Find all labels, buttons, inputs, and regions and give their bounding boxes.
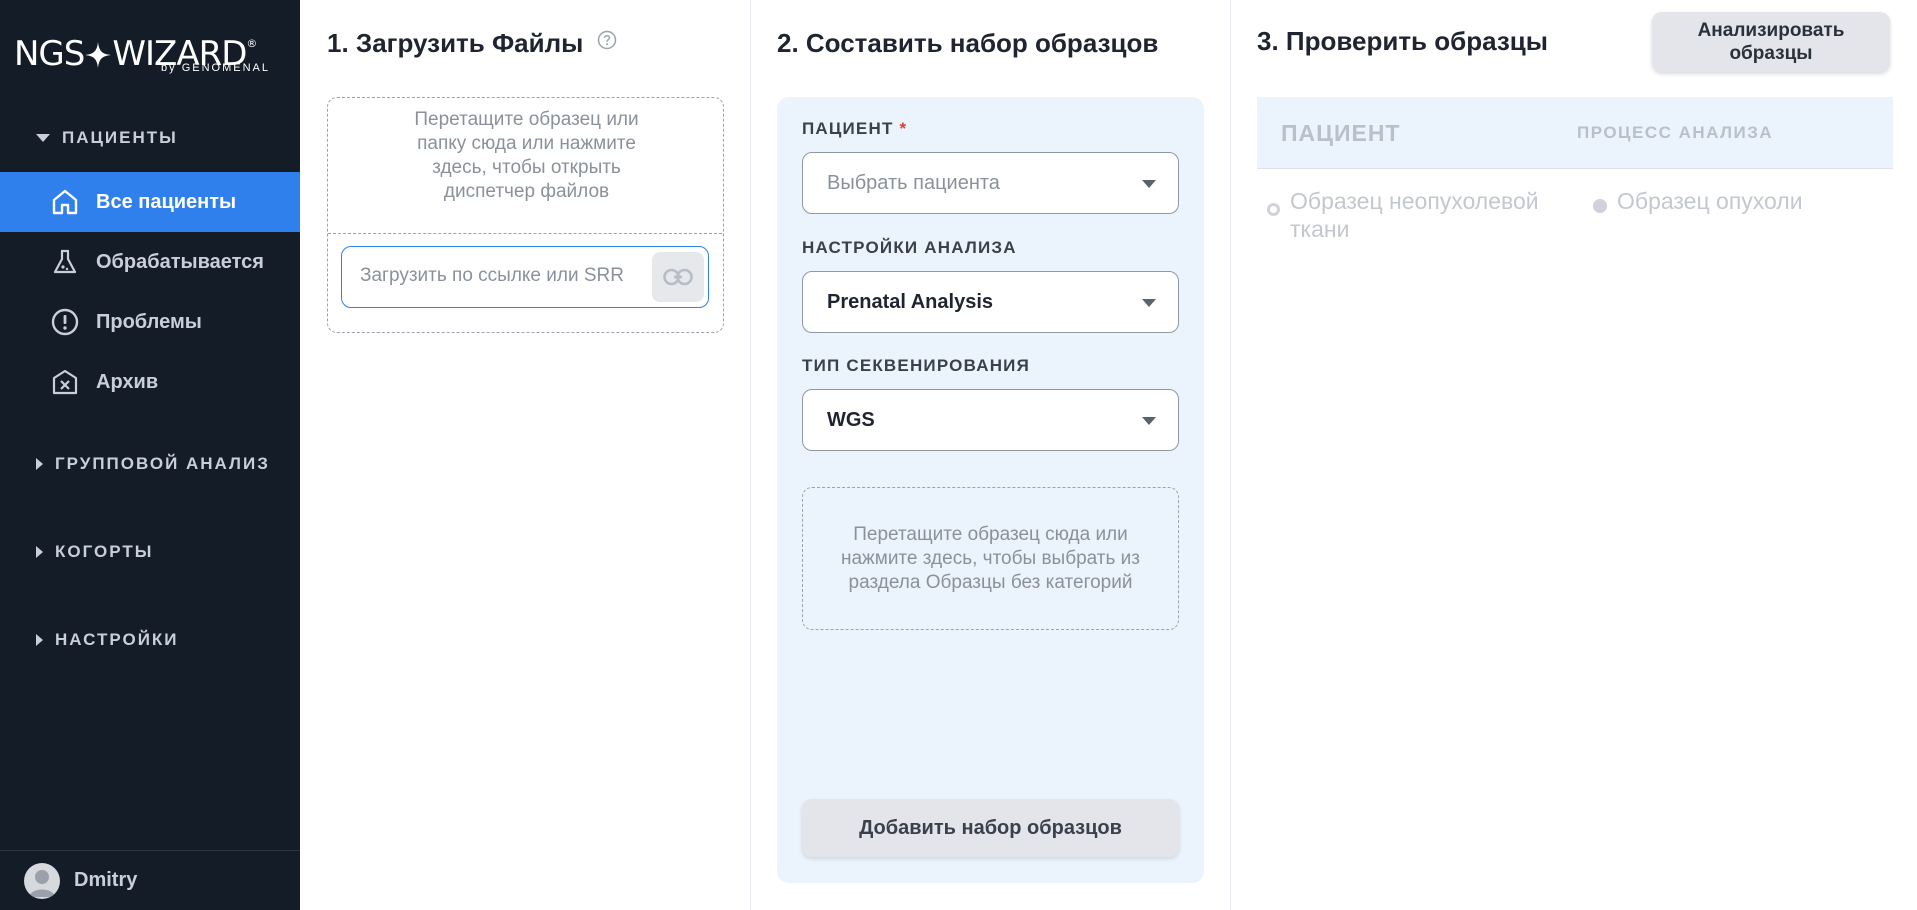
add-sample-set-button[interactable]: Добавить набор образцов [802, 799, 1179, 857]
compose-set-column: 2. Составить набор образцов ПАЦИЕНТ * Вы… [751, 0, 1231, 910]
dropdown-caret-icon [1142, 299, 1156, 307]
analysis-settings-select[interactable]: Prenatal Analysis [802, 271, 1179, 333]
sequencing-type-label: ТИП СЕКВЕНИРОВАНИЯ [802, 356, 1031, 375]
compose-title: 2. Составить набор образцов [777, 28, 1159, 58]
section-group-analysis[interactable]: ГРУППОВОЙ АНАЛИЗ [36, 454, 270, 474]
sample-set-form: ПАЦИЕНТ * Выбрать пациента НАСТРОЙКИ АНА… [777, 97, 1204, 883]
radio-filled-icon [1593, 199, 1607, 213]
tumor-sample-option[interactable]: Образец опухоли [1593, 187, 1893, 215]
chevron-down-icon [36, 134, 50, 142]
section-cohorts[interactable]: КОГОРТЫ [36, 542, 153, 562]
section-settings[interactable]: НАСТРОЙКИ [36, 630, 179, 650]
dropzone-divider [328, 233, 722, 234]
review-title: 3. Проверить образцы [1257, 26, 1548, 56]
sidebar-item-problems[interactable]: Проблемы [0, 292, 300, 352]
chevron-right-icon [36, 634, 43, 646]
avatar [24, 862, 60, 899]
patient-select[interactable]: Выбрать пациента [802, 152, 1179, 214]
link-button[interactable] [652, 252, 704, 302]
alert-icon [50, 307, 80, 337]
dropdown-caret-icon [1142, 180, 1156, 188]
sample-dropzone[interactable]: Перетащите образец сюда или нажмите здес… [802, 487, 1179, 630]
app-root: NGS WIZARD® by GENOMENAL ПАЦИЕНТЫ Все пац… [0, 0, 1917, 910]
review-samples-column: 3. Проверить образцы Анализировать образ… [1231, 0, 1917, 910]
flask-icon [50, 247, 80, 277]
patient-label: ПАЦИЕНТ * [802, 119, 908, 138]
column-header-patient: ПАЦИЕНТ [1281, 119, 1401, 146]
normal-sample-option[interactable]: Образец неопухолевой ткани [1267, 187, 1567, 243]
file-dropzone-text: Перетащите образец или папку сюда или на… [414, 109, 639, 202]
logo-subtitle: by GENOMENAL [161, 62, 270, 74]
section-patients[interactable]: ПАЦИЕНТЫ [36, 128, 178, 148]
sidebar-item-processing[interactable]: Обрабатывается [0, 232, 300, 292]
link-icon [663, 268, 693, 286]
analysis-settings-label: НАСТРОЙКИ АНАЛИЗА [802, 238, 1017, 257]
url-upload-field [341, 246, 709, 308]
archive-icon [50, 367, 80, 397]
chevron-right-icon [36, 458, 43, 470]
sidebar: NGS WIZARD® by GENOMENAL ПАЦИЕНТЫ Все пац… [0, 0, 300, 910]
star-icon [85, 42, 112, 68]
help-icon[interactable] [597, 30, 617, 50]
upload-files-column: 1. Загрузить Файлы Перетащите образец ил… [300, 0, 751, 910]
user-icon [29, 869, 55, 897]
user-menu[interactable]: Dmitry [0, 850, 300, 910]
url-input[interactable] [360, 247, 645, 305]
logo[interactable]: NGS WIZARD® by GENOMENAL [14, 24, 284, 80]
chevron-right-icon [36, 546, 43, 558]
file-dropzone[interactable]: Перетащите образец или папку сюда или на… [327, 97, 724, 333]
radio-empty-icon [1267, 203, 1280, 216]
required-mark: * [899, 119, 908, 138]
sequencing-type-select[interactable]: WGS [802, 389, 1179, 451]
samples-table-header: ПАЦИЕНТ ПРОЦЕСС АНАЛИЗА [1257, 97, 1893, 169]
upload-title: 1. Загрузить Файлы [327, 28, 617, 59]
user-name: Dmitry [74, 869, 138, 891]
home-icon [50, 187, 80, 217]
dropdown-caret-icon [1142, 417, 1156, 425]
sidebar-item-all-patients[interactable]: Все пациенты [0, 172, 300, 232]
analyze-samples-button[interactable]: Анализировать образцы [1652, 12, 1890, 72]
sidebar-item-archive[interactable]: Архив [0, 352, 300, 412]
column-header-analysis-process: ПРОЦЕСС АНАЛИЗА [1577, 123, 1774, 142]
